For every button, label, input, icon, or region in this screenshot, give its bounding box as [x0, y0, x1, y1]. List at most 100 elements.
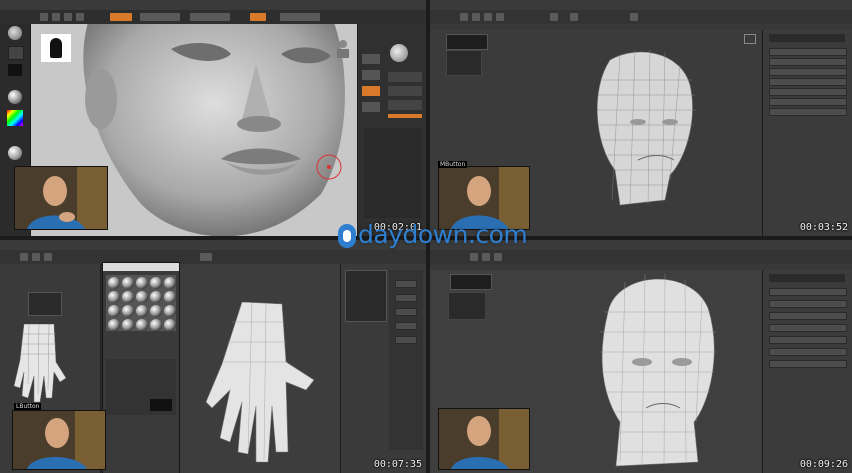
- panel-button-4[interactable]: [395, 322, 417, 330]
- move-icon[interactable]: [472, 13, 480, 21]
- video-panel-max-head-wire[interactable]: MButton 00:03:52: [430, 0, 852, 236]
- panel-button-2[interactable]: [769, 300, 847, 308]
- head-wireframe-mesh: [596, 50, 696, 206]
- timecode: 00:09:26: [799, 459, 848, 470]
- shelf-button-2[interactable]: [362, 70, 380, 80]
- timecode: 00:03:52: [799, 222, 848, 233]
- video-panel-max-hand[interactable]: LButton 00:07:35: [0, 240, 426, 473]
- panel-button-2[interactable]: [395, 294, 417, 302]
- material-editor-window[interactable]: [102, 262, 180, 473]
- viewport-label: MButton: [438, 161, 468, 168]
- gizmo-icon[interactable]: [337, 40, 349, 58]
- panel-button-4[interactable]: [769, 324, 847, 332]
- command-panel[interactable]: [762, 270, 852, 473]
- subtool-active[interactable]: [388, 114, 422, 118]
- zbrush-right-palette[interactable]: [357, 24, 426, 236]
- viewcube-icon[interactable]: [744, 34, 756, 44]
- subtool-row-2[interactable]: [388, 86, 422, 96]
- move-icon[interactable]: [52, 13, 60, 21]
- panel-button-5[interactable]: [395, 336, 417, 344]
- subtool-row-3[interactable]: [388, 100, 422, 110]
- shelf-button-3[interactable]: [362, 86, 380, 96]
- zbrush-top-shelf[interactable]: [0, 10, 426, 25]
- draw-mode-button[interactable]: [250, 13, 266, 21]
- material-slot-grid[interactable]: [106, 275, 176, 331]
- edit-poly-caddy[interactable]: [28, 292, 62, 316]
- panel-button-7[interactable]: [769, 108, 847, 116]
- modifier-list[interactable]: [769, 274, 845, 282]
- render-icon[interactable]: [630, 13, 638, 21]
- brush-icon[interactable]: [8, 26, 22, 40]
- tool-thumbnail[interactable]: [390, 44, 408, 62]
- shelf-button-4[interactable]: [362, 102, 380, 112]
- hand-wireframe-small: [14, 324, 67, 403]
- modifier-stack[interactable]: [345, 270, 387, 322]
- timecode: 00:07:35: [373, 459, 422, 470]
- alpha-icon[interactable]: [8, 64, 22, 76]
- max-main-toolbar[interactable]: [430, 10, 852, 25]
- draw-size-slider[interactable]: [280, 13, 320, 21]
- stroke-icon[interactable]: [8, 46, 24, 60]
- perspective-viewport[interactable]: [180, 264, 340, 473]
- panel-button-7[interactable]: [769, 360, 847, 368]
- stats-overlay: [446, 34, 488, 50]
- panel-button-5[interactable]: [769, 88, 847, 96]
- material-sphere-icon-2[interactable]: [8, 146, 22, 160]
- instructor-webcam: [14, 166, 108, 230]
- diffuse-swatch[interactable]: [150, 399, 172, 411]
- panel-button-1[interactable]: [769, 288, 847, 296]
- instructor-avatar: [15, 167, 107, 229]
- rotate-icon[interactable]: [484, 13, 492, 21]
- panel-button-4[interactable]: [769, 78, 847, 86]
- panel-button-6[interactable]: [769, 348, 847, 356]
- panel-button-2[interactable]: [769, 58, 847, 66]
- head-mesh-final: [600, 273, 716, 467]
- panel-button-1[interactable]: [769, 48, 847, 56]
- move-icon[interactable]: [482, 253, 490, 261]
- mirror-icon[interactable]: [570, 13, 578, 21]
- properties-list[interactable]: [364, 128, 422, 218]
- rotate-icon[interactable]: [76, 13, 84, 21]
- color-picker-icon[interactable]: [7, 110, 23, 126]
- material-editor-titlebar[interactable]: [103, 263, 179, 271]
- panel-button-3[interactable]: [769, 312, 847, 320]
- select-icon[interactable]: [20, 253, 28, 261]
- video-panel-max-head-final[interactable]: 00:09:26: [430, 240, 852, 473]
- zadd-button[interactable]: [110, 13, 132, 21]
- panel-button-5[interactable]: [769, 336, 847, 344]
- select-icon[interactable]: [470, 253, 478, 261]
- render-icon[interactable]: [200, 253, 212, 261]
- viewport-label: LButton: [14, 403, 42, 410]
- watermark: daydown.com: [336, 220, 528, 253]
- command-panel[interactable]: [762, 30, 852, 236]
- material-sphere-icon[interactable]: [8, 90, 22, 104]
- modifier-list[interactable]: [769, 34, 845, 42]
- document-thumbnail: [41, 34, 71, 62]
- instructor-avatar: [13, 411, 105, 469]
- shader-params-rollout[interactable]: [106, 359, 176, 415]
- shelf-button-1[interactable]: [362, 54, 380, 64]
- rotate-icon[interactable]: [494, 253, 502, 261]
- panel-button-1[interactable]: [395, 280, 417, 288]
- panel-button-3[interactable]: [395, 308, 417, 316]
- video-panel-zbrush[interactable]: 00:02:01: [0, 0, 426, 236]
- selection-rollout[interactable]: [389, 270, 423, 450]
- select-icon[interactable]: [460, 13, 468, 21]
- material-sphere-icon[interactable]: [106, 275, 176, 331]
- z-intensity-slider[interactable]: [190, 13, 230, 21]
- command-panel[interactable]: [340, 264, 426, 473]
- stats-overlay: [450, 274, 492, 290]
- move-icon[interactable]: [32, 253, 40, 261]
- subtool-row-1[interactable]: [388, 72, 422, 82]
- rotate-icon[interactable]: [44, 253, 52, 261]
- scale-icon[interactable]: [64, 13, 72, 21]
- draw-icon[interactable]: [40, 13, 48, 21]
- edit-poly-caddy[interactable]: [446, 50, 482, 76]
- panel-button-6[interactable]: [769, 98, 847, 106]
- snap-icon[interactable]: [550, 13, 558, 21]
- edit-poly-caddy[interactable]: [448, 292, 486, 320]
- panel-button-3[interactable]: [769, 68, 847, 76]
- rgb-intensity-slider[interactable]: [140, 13, 180, 21]
- scale-icon[interactable]: [496, 13, 504, 21]
- instructor-webcam: [438, 408, 530, 470]
